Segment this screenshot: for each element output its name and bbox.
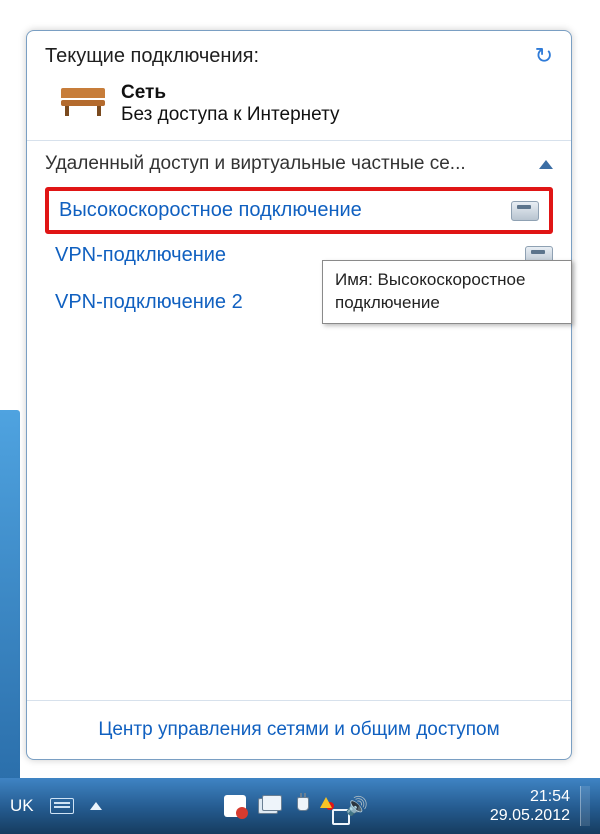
network-tray-icon-highlighted[interactable] [326, 802, 334, 810]
modem-icon [511, 201, 539, 221]
connection-label: Высокоскоростное подключение [59, 199, 362, 222]
flyout-title: Текущие подключения: [45, 45, 259, 68]
connection-label: VPN-подключение 2 [55, 291, 243, 314]
tooltip-text: Имя: Высокоскоростное подключение [335, 270, 525, 312]
flyout-footer: Центр управления сетями и общим доступом [27, 700, 571, 759]
refresh-icon[interactable]: ↻ [535, 45, 553, 67]
language-indicator[interactable]: UK [10, 796, 34, 816]
desktop-left-edge [0, 410, 20, 780]
keyboard-icon[interactable] [50, 798, 74, 814]
current-connection[interactable]: Сеть Без доступа к Интернету [27, 76, 571, 140]
tray-app-icon[interactable] [258, 795, 280, 817]
tray-overflow-chevron-icon[interactable] [90, 802, 102, 810]
section-header-remote[interactable]: Удаленный доступ и виртуальные частные с… [27, 141, 571, 187]
show-desktop-button[interactable] [580, 786, 590, 826]
section-title: Удаленный доступ и виртуальные частные с… [45, 153, 466, 175]
clock[interactable]: 21:54 29.05.2012 [490, 787, 570, 825]
connection-item-highspeed[interactable]: Высокоскоростное подключение [45, 187, 553, 234]
taskbar: UK 🔊 21:54 29.05.2012 [0, 778, 600, 834]
action-center-icon[interactable] [224, 795, 246, 817]
tooltip: Имя: Высокоскоростное подключение [322, 260, 572, 324]
current-connection-name: Сеть [121, 82, 340, 104]
chevron-up-icon [539, 160, 553, 169]
bench-icon [59, 86, 107, 118]
current-connection-status: Без доступа к Интернету [121, 104, 340, 126]
power-icon[interactable] [292, 795, 314, 817]
connection-label: VPN-подключение [55, 244, 226, 267]
volume-icon[interactable]: 🔊 [346, 795, 368, 817]
clock-date: 29.05.2012 [490, 806, 570, 825]
network-flyout: Текущие подключения: ↻ Сеть Без доступа … [26, 30, 572, 760]
network-center-link[interactable]: Центр управления сетями и общим доступом [98, 719, 499, 740]
clock-time: 21:54 [490, 787, 570, 806]
